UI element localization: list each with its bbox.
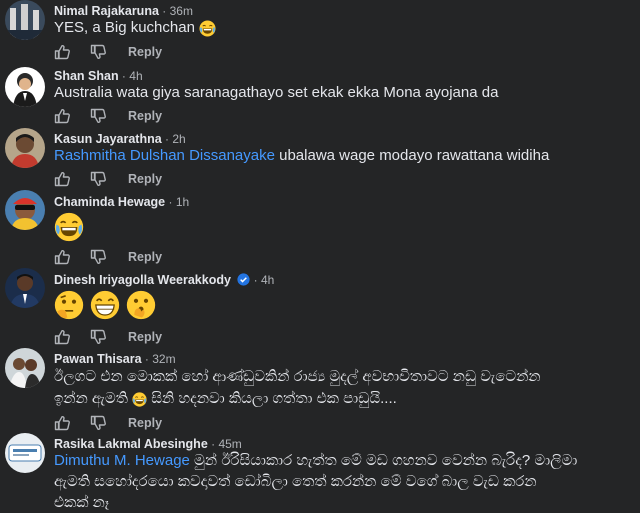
comment-actions: Reply bbox=[54, 413, 162, 433]
avatar[interactable] bbox=[5, 268, 45, 308]
author-line: Nimal Rajakaruna · 36m bbox=[54, 4, 193, 18]
timestamp[interactable]: 2h bbox=[172, 132, 185, 146]
avatar[interactable] bbox=[5, 0, 45, 40]
comment-text-content: සිනි හදනවා කියලා ගත්තා එක පාඩුයි.... bbox=[147, 390, 397, 407]
dislike-icon[interactable] bbox=[90, 171, 106, 187]
emoji-reaction-row bbox=[54, 212, 84, 242]
like-icon[interactable] bbox=[54, 108, 70, 124]
comment-text-content: YES, a Big kuchchan bbox=[54, 19, 195, 36]
like-icon[interactable] bbox=[54, 329, 70, 345]
author-name[interactable]: Nimal Rajakaruna bbox=[54, 4, 159, 18]
comment-actions: Reply bbox=[54, 42, 162, 62]
author-name[interactable]: Rasika Lakmal Abesinghe bbox=[54, 437, 208, 451]
comment-text: Dimuthu M. Hewage මුන් ඊරිසියාකාර හැත්ත … bbox=[54, 450, 630, 513]
author-line: Chaminda Hewage · 1h bbox=[54, 195, 190, 209]
comment-text-line: Dimuthu M. Hewage මුන් ඊරිසියාකාර හැත්ත … bbox=[54, 450, 630, 471]
avatar[interactable] bbox=[5, 348, 45, 388]
avatar[interactable] bbox=[5, 128, 45, 168]
emoji-reaction-row bbox=[54, 290, 156, 320]
dislike-icon[interactable] bbox=[90, 415, 106, 431]
comment-text-line: ඉන්න ඇමති සිනි හදනවා කියලා ගත්තා එක පාඩු… bbox=[54, 388, 630, 410]
avatar[interactable] bbox=[5, 67, 45, 107]
author-name[interactable]: Shan Shan bbox=[54, 69, 119, 83]
timestamp[interactable]: 1h bbox=[176, 195, 189, 209]
verified-badge-icon bbox=[237, 273, 250, 286]
author-line: Rasika Lakmal Abesinghe · 45m bbox=[54, 437, 242, 451]
reply-button[interactable]: Reply bbox=[128, 45, 162, 59]
tears-of-joy-emoji-icon bbox=[54, 212, 84, 242]
avatar[interactable] bbox=[5, 433, 45, 473]
comment-text-content: ubalawa wage modayo rawattana widiha bbox=[274, 147, 550, 164]
author-line: Shan Shan · 4h bbox=[54, 69, 143, 83]
comment-actions: Reply bbox=[54, 169, 162, 189]
avatar[interactable] bbox=[5, 190, 45, 230]
comment-actions: Reply bbox=[54, 106, 162, 126]
dislike-icon[interactable] bbox=[90, 44, 106, 60]
timestamp[interactable]: 32m bbox=[152, 352, 175, 366]
reply-button[interactable]: Reply bbox=[128, 250, 162, 264]
like-icon[interactable] bbox=[54, 44, 70, 60]
comment-actions: Reply bbox=[54, 247, 162, 267]
hushed-emoji-icon bbox=[126, 290, 156, 320]
like-icon[interactable] bbox=[54, 415, 70, 431]
comment-text: Rashmitha Dulshan Dissanayake ubalawa wa… bbox=[54, 145, 630, 167]
author-name[interactable]: Kasun Jayarathna bbox=[54, 132, 162, 146]
timestamp[interactable]: 45m bbox=[218, 437, 241, 451]
reply-button[interactable]: Reply bbox=[128, 109, 162, 123]
dislike-icon[interactable] bbox=[90, 249, 106, 265]
reply-button[interactable]: Reply bbox=[128, 416, 162, 430]
comment-text-content: මුන් ඊරිසියාකාර හැත්ත මේ මඩ ගහනව වෙන්න බ… bbox=[189, 452, 578, 469]
author-line: Pawan Thisara · 32m bbox=[54, 352, 176, 366]
dislike-icon[interactable] bbox=[90, 108, 106, 124]
comment-text-line: ඊලගට එන මොකක් හෝ ආණ්ඩුවකින් රාජ්‍ය මුදල්… bbox=[54, 368, 541, 385]
reply-button[interactable]: Reply bbox=[128, 172, 162, 186]
comment-text: ඊලගට එන මොකක් හෝ ආණ්ඩුවකින් රාජ්‍ය මුදල්… bbox=[54, 366, 630, 410]
like-icon[interactable] bbox=[54, 249, 70, 265]
comment-text-line: එකක් නෑ bbox=[54, 494, 110, 511]
comment-text-content: ඉන්න ඇමති bbox=[54, 390, 128, 407]
author-line: Dinesh Iriyagolla Weerakkody · 4h bbox=[54, 273, 275, 287]
timestamp[interactable]: 4h bbox=[129, 69, 142, 83]
like-icon[interactable] bbox=[54, 171, 70, 187]
author-name[interactable]: Dinesh Iriyagolla Weerakkody bbox=[54, 273, 231, 287]
mention-link[interactable]: Rashmitha Dulshan Dissanayake bbox=[54, 147, 275, 164]
reply-button[interactable]: Reply bbox=[128, 330, 162, 344]
dislike-icon[interactable] bbox=[90, 329, 106, 345]
author-line: Kasun Jayarathna · 2h bbox=[54, 132, 186, 146]
timestamp[interactable]: 4h bbox=[261, 273, 274, 287]
grinning-emoji-icon bbox=[90, 290, 120, 320]
timestamp[interactable]: 36m bbox=[170, 4, 193, 18]
author-name[interactable]: Pawan Thisara bbox=[54, 352, 142, 366]
tears-of-joy-emoji-icon bbox=[132, 392, 147, 407]
rofl-emoji-icon bbox=[199, 20, 216, 37]
mention-link[interactable]: Dimuthu M. Hewage bbox=[54, 452, 190, 469]
comment-text: Australia wata giya saranagathayo set ek… bbox=[54, 84, 499, 101]
comment-actions: Reply bbox=[54, 327, 162, 347]
comment-text: YES, a Big kuchchan bbox=[54, 17, 630, 39]
comment-text-line: ඇමති සහෝදරයො කවදාවත් ඩෝබිලා තෙත් කරන්න ම… bbox=[54, 473, 537, 490]
thinking-emoji-icon bbox=[54, 290, 84, 320]
author-name[interactable]: Chaminda Hewage bbox=[54, 195, 165, 209]
